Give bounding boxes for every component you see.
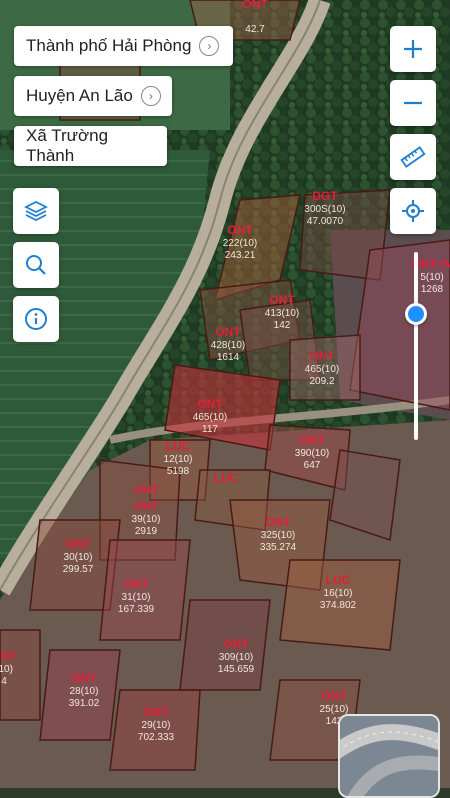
parcel-area-label: 647 bbox=[304, 460, 321, 471]
breadcrumb-city-label: Thành phố Hải Phòng bbox=[26, 36, 192, 55]
breadcrumb-city[interactable]: Thành phố Hải Phòng › bbox=[14, 26, 233, 66]
parcel-id-label: (10) bbox=[0, 664, 13, 675]
layers-icon bbox=[24, 200, 48, 222]
layers-button[interactable] bbox=[13, 188, 59, 234]
parcel-id-label: 222(10) bbox=[223, 238, 257, 249]
breadcrumb-district[interactable]: Huyện An Lão › bbox=[14, 76, 172, 116]
parcel-type-label: LUC bbox=[214, 471, 239, 485]
breadcrumb-district-label: Huyện An Lão bbox=[26, 86, 133, 105]
parcel-area-label: 167.339 bbox=[118, 604, 155, 615]
zoom-in-button[interactable] bbox=[390, 26, 436, 72]
parcel-type-label: ONT bbox=[123, 577, 149, 591]
parcel-id-label: 28(10) bbox=[70, 686, 99, 697]
parcel-id-label: 16(10) bbox=[324, 588, 353, 599]
basemap-preview bbox=[340, 716, 438, 796]
parcel-area-label: 47.0070 bbox=[307, 216, 344, 227]
parcel-type-label: ONT bbox=[242, 0, 268, 11]
basemap-switcher-thumbnail[interactable] bbox=[338, 714, 440, 798]
parcel-type-label: ONT bbox=[197, 397, 223, 411]
parcel-area-label: 5198 bbox=[167, 466, 190, 477]
parcel-type-label: ONT bbox=[265, 515, 291, 529]
parcel-area-label: 142 bbox=[274, 320, 291, 331]
search-button[interactable] bbox=[13, 242, 59, 288]
zoom-slider-handle[interactable] bbox=[405, 303, 427, 325]
parcel-area-label: 374.802 bbox=[320, 600, 357, 611]
parcel-type-label: ONT bbox=[65, 537, 91, 551]
crosshair-icon bbox=[402, 200, 424, 222]
parcel-id-label: 5(10) bbox=[420, 272, 443, 283]
parcel-area-label: 1268 bbox=[421, 284, 444, 295]
parcel-type-label: ONT bbox=[309, 349, 335, 363]
parcel-area-label: 117 bbox=[202, 424, 218, 435]
measure-button[interactable] bbox=[390, 134, 436, 180]
parcel-id-label: 325(10) bbox=[261, 530, 295, 541]
plus-icon bbox=[404, 40, 422, 58]
zoom-slider-track[interactable] bbox=[414, 252, 418, 440]
parcel-area-label: 209.2 bbox=[309, 376, 334, 387]
parcel-id-label: 390(10) bbox=[295, 448, 329, 459]
zoom-out-button[interactable] bbox=[390, 80, 436, 126]
parcel-id-label: 465(10) bbox=[193, 412, 227, 423]
parcel-id-label: 25(10) bbox=[320, 704, 349, 715]
parcel-type-label: ONT bbox=[321, 689, 347, 703]
parcel-type-label: ONT bbox=[133, 483, 159, 497]
chevron-right-icon: › bbox=[140, 86, 161, 106]
breadcrumb-commune-label: Xã Trường Thành bbox=[26, 126, 109, 165]
satellite-map[interactable]: ONT42.7ONT38.8DGT300S(10)47.0070ONT222(1… bbox=[0, 0, 450, 788]
search-icon bbox=[26, 255, 46, 275]
parcel-id-label: 29(10) bbox=[142, 720, 171, 731]
parcel-type-label: ONT bbox=[143, 705, 169, 719]
breadcrumb-commune[interactable]: Xã Trường Thành bbox=[14, 126, 167, 166]
parcel-area-label: 391.02 bbox=[69, 698, 100, 709]
parcel-type-label: ONT bbox=[269, 293, 295, 307]
parcel-area-label: 145.659 bbox=[218, 664, 255, 675]
parcel-area-label: 42.7 bbox=[245, 24, 265, 35]
parcel-id-label: 428(10) bbox=[211, 340, 245, 351]
parcel-type-label: ONT bbox=[223, 637, 249, 651]
parcel-area-label: 4 bbox=[1, 676, 7, 687]
parcel-type-label: ONT bbox=[71, 671, 97, 685]
parcel-id-label: 30(10) bbox=[64, 552, 93, 563]
minus-icon bbox=[404, 101, 422, 105]
info-icon bbox=[25, 308, 47, 330]
parcel-type-label: ONT bbox=[215, 325, 241, 339]
parcel-id-label: 413(10) bbox=[265, 308, 299, 319]
parcel-type-label: ONT bbox=[227, 223, 253, 237]
parcel-id-label: 300S(10) bbox=[304, 204, 345, 215]
parcel-type-label: LUC bbox=[326, 573, 351, 587]
parcel-type-label: ONT bbox=[133, 499, 159, 513]
parcel-area-label: 335.274 bbox=[260, 542, 297, 553]
parcel-id-label: 465(10) bbox=[305, 364, 339, 375]
parcel-area-label: 2919 bbox=[135, 526, 158, 537]
parcel-area-label: 243.21 bbox=[225, 250, 256, 261]
ruler-icon bbox=[400, 146, 426, 168]
parcel-id-label: 31(10) bbox=[122, 592, 151, 603]
parcel-id-label: 12(10) bbox=[164, 454, 193, 465]
parcel-type-label: ONT bbox=[299, 433, 325, 447]
parcel-area-label: 702.333 bbox=[138, 732, 175, 743]
info-button[interactable] bbox=[13, 296, 59, 342]
parcel-type-label: DGT bbox=[312, 189, 338, 203]
chevron-right-icon: › bbox=[199, 36, 220, 56]
parcel-type-label: ONT bbox=[0, 649, 17, 663]
parcel-id-label: 39(10) bbox=[132, 514, 161, 525]
parcel-type-label: LUC bbox=[166, 439, 191, 453]
locate-button[interactable] bbox=[390, 188, 436, 234]
parcel-id-label: 309(10) bbox=[219, 652, 253, 663]
parcel-area-label: 299.57 bbox=[63, 564, 94, 575]
parcel-area-label: 1614 bbox=[217, 352, 240, 363]
